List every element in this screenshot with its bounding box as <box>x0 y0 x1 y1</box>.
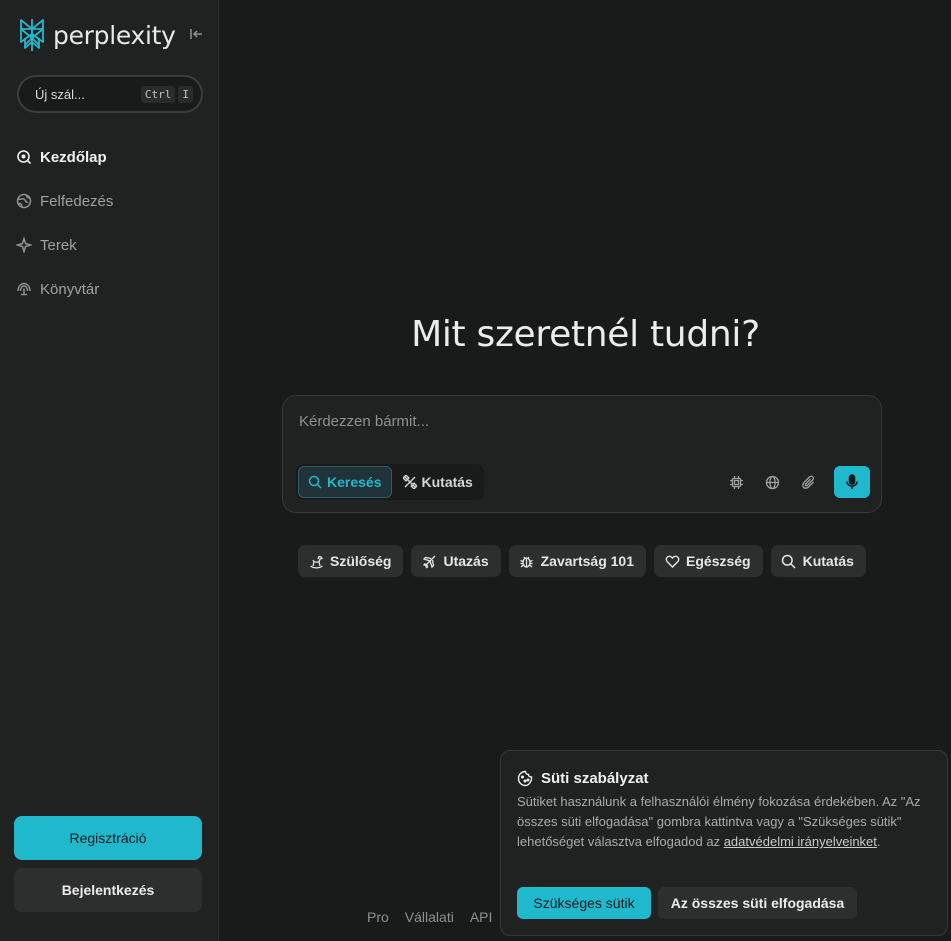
sidebar-item-label: Kezdőlap <box>40 148 107 166</box>
bug-icon <box>519 553 535 569</box>
cookie-text-end: . <box>876 834 881 849</box>
search-mode-toggle: Keresés Kutatás <box>296 464 484 500</box>
footer-link-enterprise[interactable]: Vállalati <box>405 909 454 925</box>
mode-research-label: Kutatás <box>421 474 473 490</box>
search-icon <box>781 553 797 569</box>
suggestion-health[interactable]: Egészség <box>654 545 763 577</box>
suggestion-research[interactable]: Kutatás <box>770 545 866 577</box>
sidebar-item-library[interactable]: Könyvtár <box>15 267 205 311</box>
cookie-description: Sütiket használunk a felhasználói élmény… <box>517 792 933 852</box>
mode-search-label: Keresés <box>327 474 382 490</box>
model-select-button[interactable] <box>722 468 750 496</box>
globe-icon <box>765 475 779 489</box>
library-icon <box>15 280 33 298</box>
suggestion-parenting[interactable]: Szülőség <box>298 545 404 577</box>
suggestion-label: Szülőség <box>330 553 392 569</box>
model-chip-icon <box>729 475 743 489</box>
register-button[interactable]: Regisztráció <box>14 816 202 860</box>
brand-logo[interactable]: perplexity <box>17 18 176 52</box>
shortcut-key-ctrl: Ctrl <box>140 86 176 103</box>
suggestion-chips: Szülőség Utazás Zavartság 101 Egészség K… <box>298 545 866 577</box>
suggestion-label: Utazás <box>443 553 489 569</box>
cookie-title: Süti szabályzat <box>541 770 649 787</box>
new-thread-button[interactable]: Új szál... Ctrl I <box>17 75 203 113</box>
suggestion-label: Kutatás <box>802 553 854 569</box>
sidebar-item-label: Könyvtár <box>40 280 100 298</box>
voice-input-button[interactable] <box>834 466 870 498</box>
heart-icon <box>664 553 680 569</box>
cookie-header: Süti szabályzat <box>517 770 649 787</box>
shortcut-hint: Ctrl I <box>140 86 193 103</box>
search-input[interactable] <box>299 410 859 432</box>
paperclip-icon <box>801 475 814 489</box>
sidebar-item-spaces[interactable]: Terek <box>15 223 205 267</box>
necessary-cookies-button[interactable]: Szükséges sütik <box>517 887 651 919</box>
globe-icon <box>15 192 33 210</box>
suggestion-label: Egészség <box>686 553 751 569</box>
search-icon <box>15 148 33 166</box>
suggestion-travel[interactable]: Utazás <box>411 545 501 577</box>
research-icon <box>402 475 417 489</box>
perplexity-logo-icon <box>20 19 44 51</box>
sources-button[interactable] <box>758 468 786 496</box>
shortcut-key-i: I <box>178 86 193 103</box>
sidebar: perplexity Új szál... Ctrl I Kezdőlap Fe… <box>0 0 219 941</box>
login-button[interactable]: Bejelentkezés <box>14 868 202 912</box>
sparkle-icon <box>15 236 33 254</box>
privacy-policy-link[interactable]: adatvédelmi irányelveinket <box>724 834 877 849</box>
search-tools <box>722 466 870 498</box>
plane-icon <box>421 553 437 569</box>
sidebar-item-label: Terek <box>40 236 77 254</box>
rocking-horse-icon <box>308 553 324 569</box>
footer-link-pro[interactable]: Pro <box>367 909 389 925</box>
search-icon <box>308 475 322 489</box>
sidebar-item-home[interactable]: Kezdőlap <box>15 135 205 179</box>
new-thread-label: Új szál... <box>35 86 85 102</box>
collapse-sidebar-button[interactable] <box>188 26 206 44</box>
page-title: Mit szeretnél tudni? <box>411 314 760 355</box>
suggestion-perplexity-101[interactable]: Zavartság 101 <box>508 545 647 577</box>
brand-name: perplexity <box>53 20 176 50</box>
suggestion-label: Zavartság 101 <box>540 553 635 569</box>
sidebar-item-discover[interactable]: Felfedezés <box>15 179 205 223</box>
sidebar-nav: Kezdőlap Felfedezés Terek Könyvtár <box>15 135 205 311</box>
mode-search-button[interactable]: Keresés <box>298 466 392 498</box>
mode-research-button[interactable]: Kutatás <box>394 466 482 498</box>
cookie-icon <box>517 770 533 787</box>
search-box: Keresés Kutatás <box>282 395 882 513</box>
footer-links: Pro Vállalati API <box>367 909 492 925</box>
footer-link-api[interactable]: API <box>470 909 493 925</box>
microphone-icon <box>846 474 858 489</box>
collapse-icon <box>190 29 202 39</box>
accept-all-cookies-button[interactable]: Az összes süti elfogadása <box>658 887 857 919</box>
sidebar-item-label: Felfedezés <box>40 192 114 210</box>
cookie-banner: Süti szabályzat Sütiket használunk a fel… <box>500 750 948 936</box>
attach-button[interactable] <box>794 468 822 496</box>
